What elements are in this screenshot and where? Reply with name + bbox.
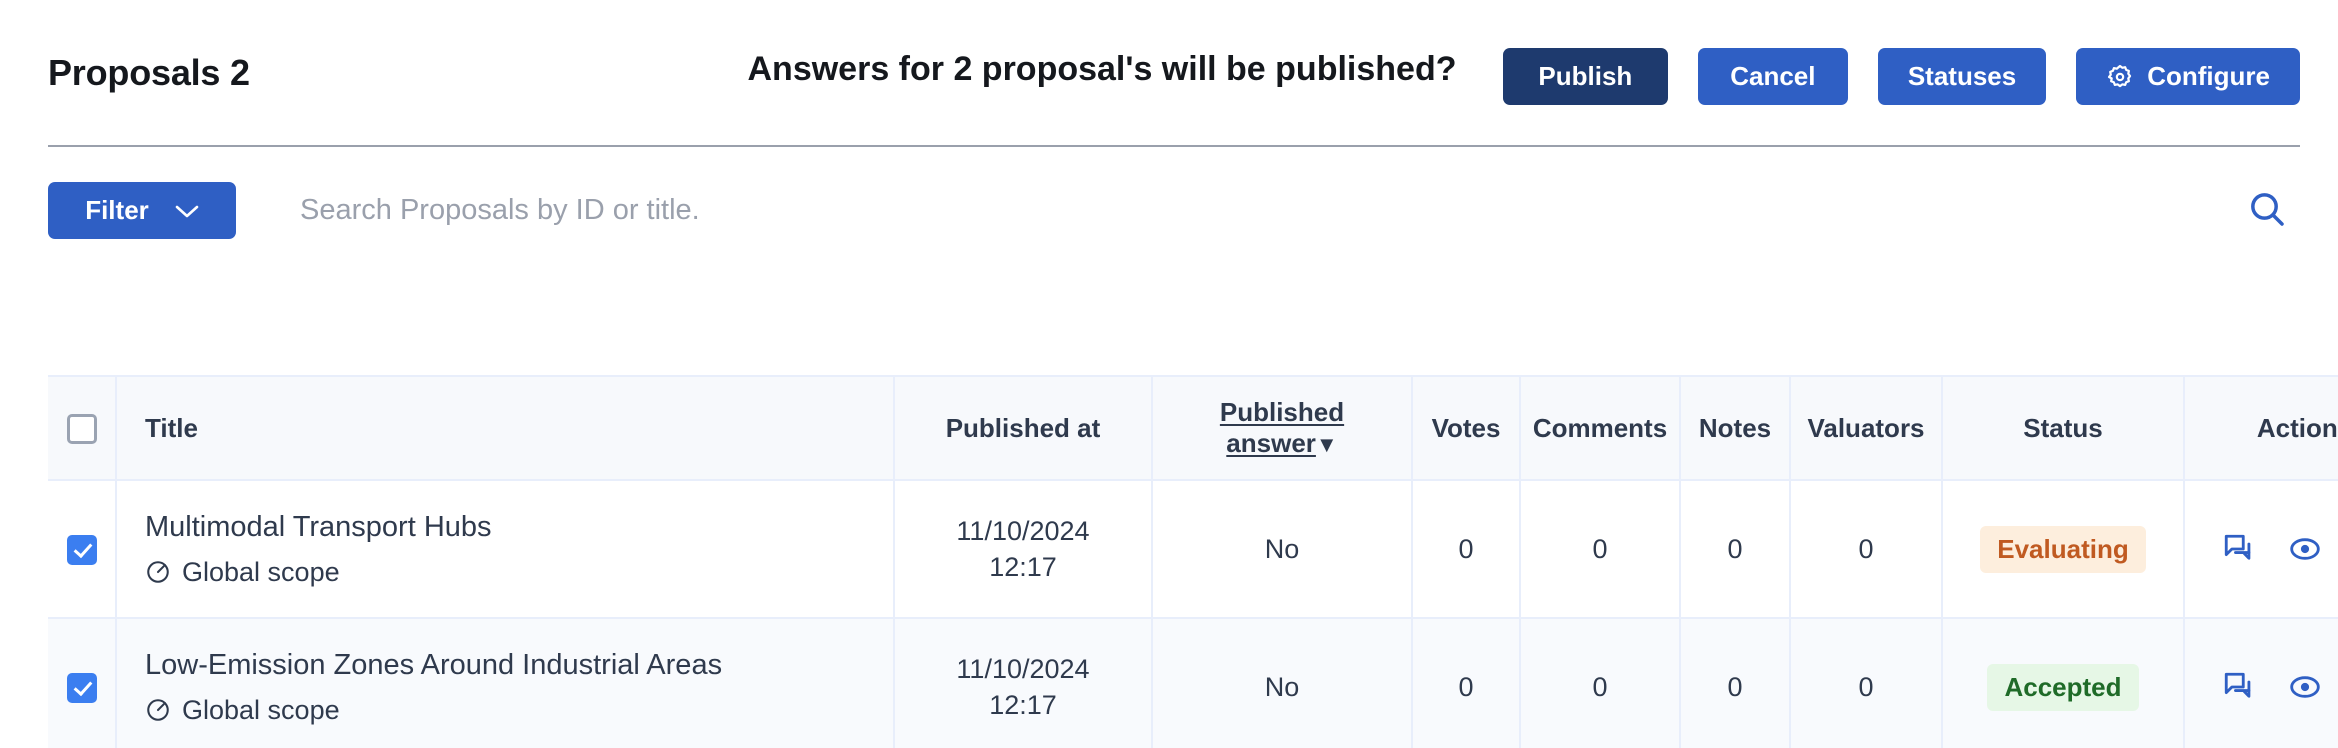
header-actions: Publish Cancel Statuses Configure xyxy=(1502,48,2300,105)
gear-icon xyxy=(2106,63,2134,91)
table-body: Multimodal Transport Hubs Global scope 1… xyxy=(48,480,2338,748)
globe-scope-icon xyxy=(145,697,171,723)
row-valuators-cell: 0 xyxy=(1790,480,1943,619)
proposal-scope: Global scope xyxy=(145,695,885,726)
sort-descending-icon: ▼ xyxy=(1315,431,1338,457)
status-badge: Evaluating xyxy=(1980,525,2146,573)
row-select-cell xyxy=(48,618,117,748)
header-divider xyxy=(48,145,2300,147)
row-published-at-cell: 11/10/2024 12:17 xyxy=(894,618,1153,748)
published-date: 11/10/2024 xyxy=(956,515,1090,546)
column-header-published-answer[interactable]: Published answer▼ xyxy=(1152,375,1413,481)
row-votes-cell: 0 xyxy=(1412,618,1521,748)
row-checkbox[interactable] xyxy=(66,534,97,565)
published-time: 12:17 xyxy=(989,690,1057,720)
eye-icon[interactable] xyxy=(2287,669,2323,705)
proposals-page: Proposals 2 Answers for 2 proposal's wil… xyxy=(0,0,2338,748)
proposal-scope-label: Global scope xyxy=(182,694,340,725)
configure-button-label: Configure xyxy=(2147,61,2270,91)
column-header-status[interactable]: Status xyxy=(1942,375,2185,481)
statuses-button[interactable]: Statuses xyxy=(1877,48,2047,105)
comment-icon[interactable] xyxy=(2221,531,2257,567)
row-notes-cell: 0 xyxy=(1680,480,1791,619)
page-title: Proposals 2 xyxy=(48,52,250,93)
proposals-table-container: Title Published at Published answer▼ Vot… xyxy=(48,375,2338,748)
row-published-at-cell: 11/10/2024 12:17 xyxy=(894,480,1153,619)
row-comments-cell: 0 xyxy=(1520,618,1681,748)
table-row[interactable]: Low-Emission Zones Around Industrial Are… xyxy=(48,618,2338,748)
filter-button-label: Filter xyxy=(85,195,149,225)
search-icon[interactable] xyxy=(2247,186,2293,232)
cancel-button[interactable]: Cancel xyxy=(1697,48,1848,105)
row-comments-cell: 0 xyxy=(1520,480,1681,619)
eye-icon[interactable] xyxy=(2287,531,2323,567)
publish-button-label: Publish xyxy=(1538,61,1633,91)
row-title-cell: Multimodal Transport Hubs Global scope xyxy=(116,480,895,619)
row-published-answer-cell: No xyxy=(1152,480,1413,619)
column-header-notes[interactable]: Notes xyxy=(1680,375,1791,481)
chevron-down-icon xyxy=(175,204,199,218)
published-date: 11/10/2024 xyxy=(956,653,1090,684)
row-actions-cell xyxy=(2184,480,2338,619)
row-notes-cell: 0 xyxy=(1680,618,1791,748)
table-row[interactable]: Multimodal Transport Hubs Global scope 1… xyxy=(48,480,2338,619)
row-checkbox[interactable] xyxy=(66,672,97,703)
row-status-cell: Evaluating xyxy=(1942,480,2185,619)
proposal-scope: Global scope xyxy=(145,557,885,588)
row-status-cell: Accepted xyxy=(1942,618,2185,748)
select-all-header xyxy=(48,375,117,481)
filter-button[interactable]: Filter xyxy=(48,182,236,239)
globe-scope-icon xyxy=(145,559,171,585)
row-title-cell: Low-Emission Zones Around Industrial Are… xyxy=(116,618,895,748)
proposals-table: Title Published at Published answer▼ Vot… xyxy=(48,375,2338,748)
row-select-cell xyxy=(48,480,117,619)
publish-confirmation-message: Answers for 2 proposal's will be publish… xyxy=(747,50,1457,88)
status-badge: Accepted xyxy=(1987,663,2139,711)
published-time: 12:17 xyxy=(989,552,1057,582)
row-valuators-cell: 0 xyxy=(1790,618,1943,748)
row-actions-cell xyxy=(2184,618,2338,748)
column-header-comments[interactable]: Comments xyxy=(1520,375,1681,481)
proposal-scope-label: Global scope xyxy=(182,556,340,587)
comment-icon[interactable] xyxy=(2221,669,2257,705)
table-header-row: Title Published at Published answer▼ Vot… xyxy=(48,375,2338,481)
cancel-button-label: Cancel xyxy=(1730,61,1816,91)
page-header: Proposals 2 Answers for 2 proposal's wil… xyxy=(0,0,2338,145)
column-header-title[interactable]: Title xyxy=(116,375,895,481)
search-input[interactable] xyxy=(300,182,2180,239)
column-header-actions: Actions xyxy=(2184,375,2338,481)
column-header-votes[interactable]: Votes xyxy=(1412,375,1521,481)
select-all-checkbox[interactable] xyxy=(66,414,97,445)
proposal-title[interactable]: Multimodal Transport Hubs xyxy=(145,510,885,545)
column-header-published-at[interactable]: Published at xyxy=(894,375,1153,481)
publish-button[interactable]: Publish xyxy=(1502,48,1668,105)
table-header: Title Published at Published answer▼ Vot… xyxy=(48,375,2338,481)
filter-search-toolbar: Filter xyxy=(0,182,2338,244)
statuses-button-label: Statuses xyxy=(1907,61,2017,91)
row-published-answer-cell: No xyxy=(1152,618,1413,748)
row-votes-cell: 0 xyxy=(1412,480,1521,619)
proposal-title[interactable]: Low-Emission Zones Around Industrial Are… xyxy=(145,648,885,683)
configure-button[interactable]: Configure xyxy=(2076,48,2300,105)
column-header-valuators[interactable]: Valuators xyxy=(1790,375,1943,481)
